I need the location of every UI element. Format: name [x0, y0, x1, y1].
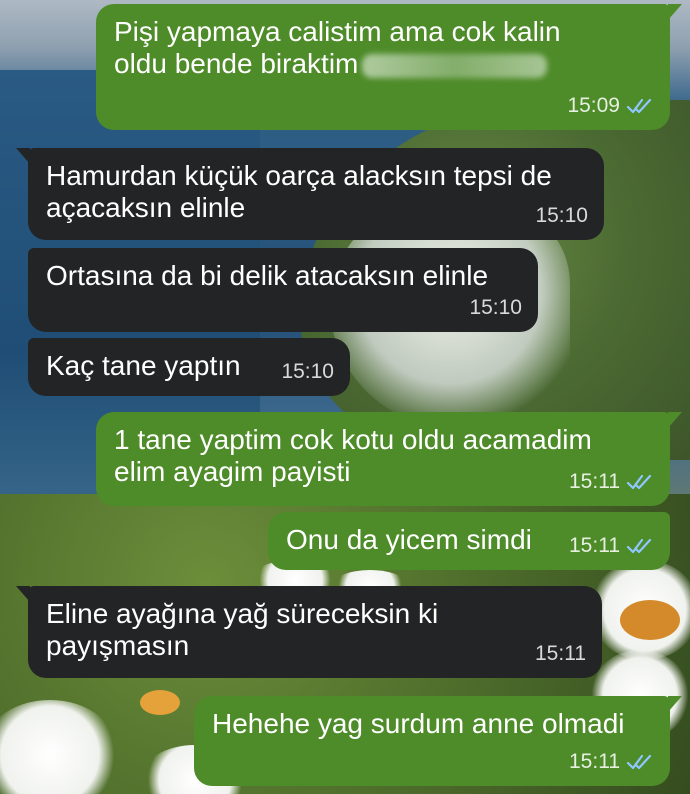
message-time: 15:11	[535, 642, 586, 665]
wallpaper-flower	[140, 690, 180, 715]
message-time: 15:11	[569, 750, 620, 773]
message-bubble-outgoing[interactable]: Pişi yapmaya calistim ama cok kalin oldu…	[96, 4, 682, 130]
message-time: 15:10	[469, 296, 522, 319]
message-bubble-outgoing[interactable]: Onu da yicem simdi 15:11	[268, 512, 670, 570]
wallpaper-flower	[620, 600, 680, 640]
message-time: 15:10	[535, 204, 588, 227]
message-meta: 15:10	[469, 292, 522, 324]
message-meta: 15:11	[569, 746, 654, 778]
message-bubble-incoming[interactable]: Ortasına da bi delik atacaksın elinle 15…	[28, 248, 538, 332]
message-meta: 15:10	[535, 200, 588, 232]
message-time: 15:11	[569, 534, 620, 557]
message-time: 15:11	[569, 470, 620, 493]
message-text: Hamurdan küçük oarça alacksın tepsi de a…	[46, 160, 552, 223]
message-time: 15:10	[281, 360, 334, 383]
message-meta: 15:11	[569, 530, 654, 562]
message-text: Ortasına da bi delik atacaksın elinle	[46, 260, 489, 291]
message-meta: 15:10	[281, 356, 334, 388]
double-check-icon	[626, 98, 652, 114]
message-bubble-outgoing[interactable]: Hehehe yag surdum anne olmadi 15:11	[194, 696, 682, 786]
message-text: Pişi yapmaya calistim ama cok kalin oldu…	[114, 16, 561, 79]
message-bubble-outgoing[interactable]: 1 tane yaptim cok kotu oldu acamadim eli…	[96, 412, 682, 506]
message-bubble-incoming[interactable]: Kaç tane yaptın 15:10	[28, 338, 350, 396]
message-text: Hehehe yag surdum anne olmadi	[212, 708, 625, 739]
message-meta: 15:11	[535, 638, 586, 670]
message-text: Eline ayağına yağ süreceksin ki payışmas…	[46, 598, 439, 661]
double-check-icon	[626, 538, 652, 554]
message-meta: 15:09	[567, 90, 654, 122]
double-check-icon	[626, 474, 652, 490]
double-check-icon	[626, 754, 652, 770]
redacted-text	[362, 53, 548, 78]
message-time: 15:09	[567, 94, 620, 117]
message-meta: 15:11	[569, 466, 654, 498]
message-bubble-incoming[interactable]: Hamurdan küçük oarça alacksın tepsi de a…	[16, 148, 604, 240]
message-bubble-incoming[interactable]: Eline ayağına yağ süreceksin ki payışmas…	[16, 586, 602, 678]
